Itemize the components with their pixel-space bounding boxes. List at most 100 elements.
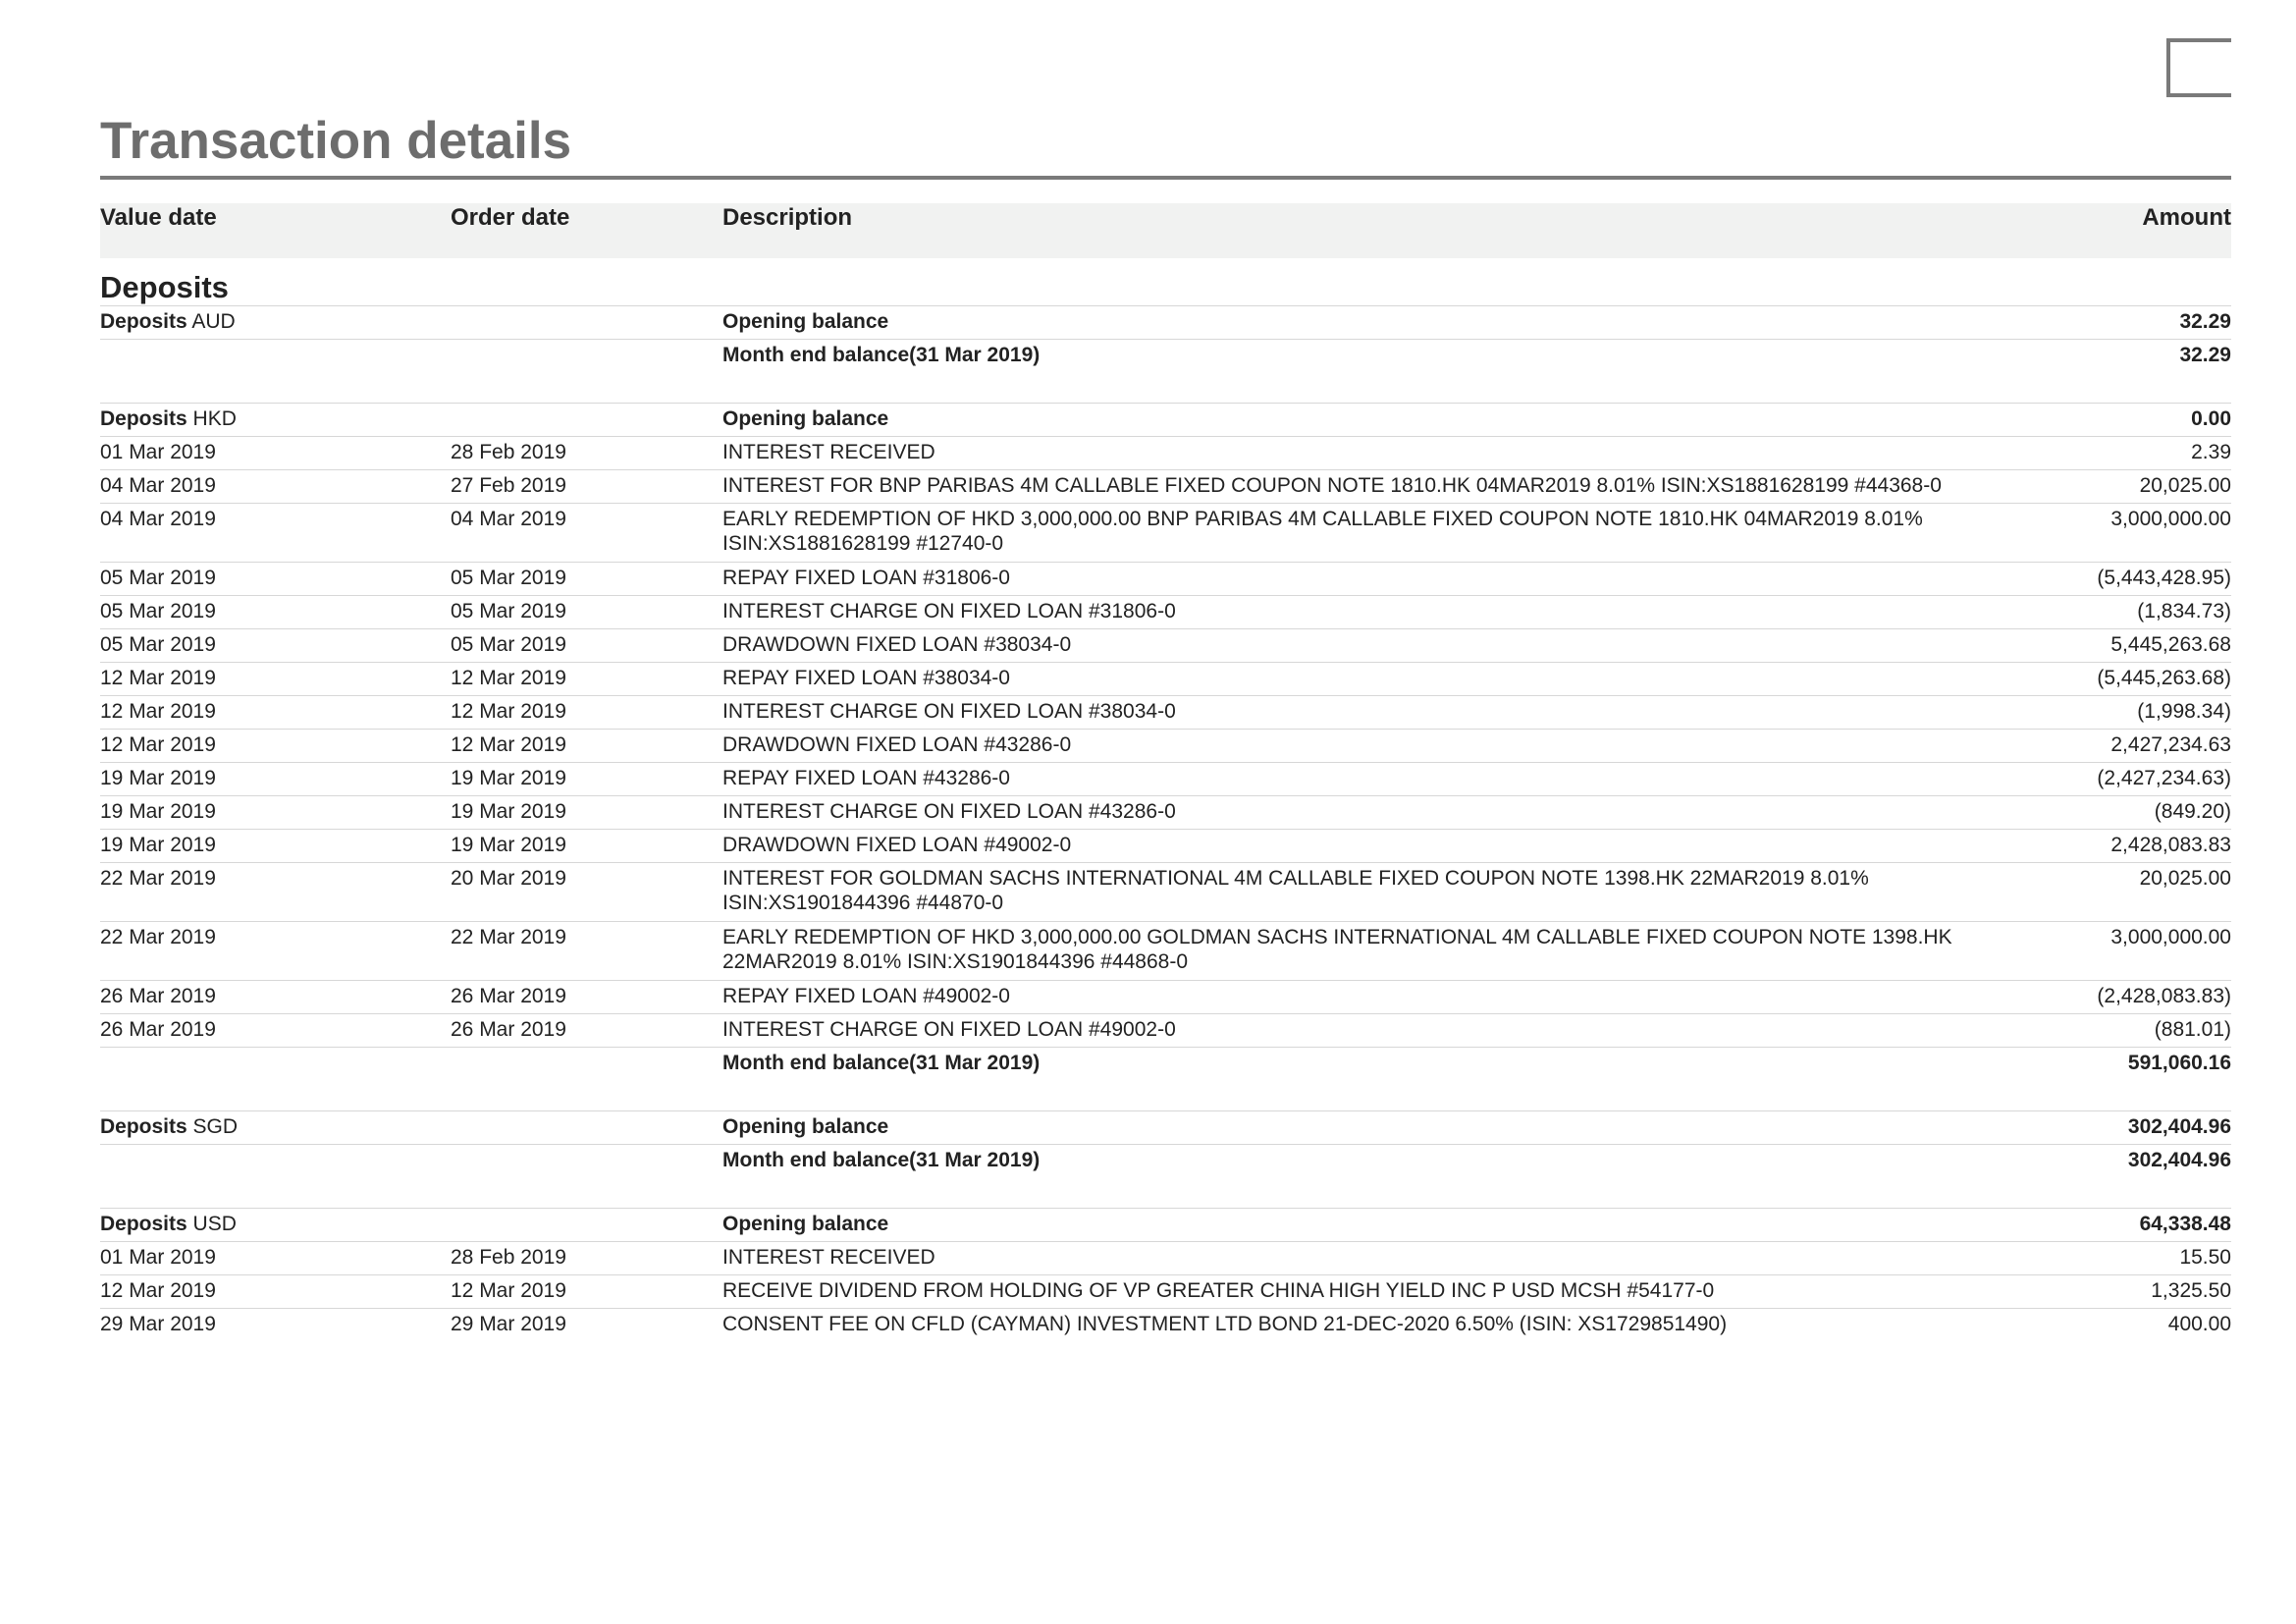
value-date: 12 Mar 2019 (100, 733, 216, 756)
transaction-amount: 1,325.50 (2151, 1279, 2231, 1302)
opening-balance-amount: 64,338.48 (2139, 1213, 2231, 1235)
transaction-amount: 2.39 (2191, 441, 2231, 463)
transaction-description: DRAWDOWN FIXED LOAN #49002-0 (722, 834, 1072, 856)
opening-balance-row: Deposits USD Opening balance 64,338.48 (100, 1208, 2231, 1241)
order-date: 26 Mar 2019 (451, 1018, 566, 1041)
title-divider (100, 176, 2231, 180)
transaction-description: DRAWDOWN FIXED LOAN #38034-0 (722, 633, 1072, 656)
account-label: Deposits SGD (100, 1114, 238, 1139)
value-date: 05 Mar 2019 (100, 567, 216, 589)
value-date: 05 Mar 2019 (100, 600, 216, 623)
transaction-row: 26 Mar 2019 26 Mar 2019 INTEREST CHARGE ON… (100, 1013, 2231, 1047)
month-end-balance-amount: 302,404.96 (2127, 1149, 2231, 1171)
page-title: Transaction details (100, 112, 572, 170)
transaction-row: 04 Mar 2019 27 Feb 2019 INTEREST FOR BNP P… (100, 469, 2231, 503)
account-label: Deposits AUD (100, 309, 236, 334)
value-date: 01 Mar 2019 (100, 1246, 216, 1269)
transaction-row: 12 Mar 2019 12 Mar 2019 RECEIVE DIVIDEND F… (100, 1274, 2231, 1308)
value-date: 29 Mar 2019 (100, 1313, 216, 1335)
order-date: 26 Mar 2019 (451, 985, 566, 1007)
transaction-row: 19 Mar 2019 19 Mar 2019 INTEREST CHARGE ON… (100, 795, 2231, 829)
account-currency: HKD (192, 407, 237, 430)
order-date: 05 Mar 2019 (451, 633, 566, 656)
value-date: 22 Mar 2019 (100, 867, 216, 890)
account-type: Deposits (100, 310, 187, 333)
transaction-description: DRAWDOWN FIXED LOAN #43286-0 (722, 733, 1072, 756)
corner-bracket-mark (2166, 38, 2231, 97)
order-date: 12 Mar 2019 (451, 1279, 566, 1302)
transaction-description: INTEREST FOR GOLDMAN SACHS INTERNATIONAL… (722, 867, 1869, 914)
account-type: Deposits (100, 407, 187, 430)
transaction-amount: (1,998.34) (2137, 700, 2231, 723)
month-end-balance-row: Month end balance(31 Mar 2019) 591,060.16 (100, 1047, 2231, 1080)
opening-balance-amount: 302,404.96 (2127, 1115, 2231, 1138)
transaction-row: 01 Mar 2019 28 Feb 2019 INTEREST RECEIVED 1… (100, 1241, 2231, 1274)
value-date: 19 Mar 2019 (100, 767, 216, 789)
opening-balance-row: Deposits SGD Opening balance 302,404.96 (100, 1110, 2231, 1144)
order-date: 19 Mar 2019 (451, 834, 566, 856)
order-date: 04 Mar 2019 (451, 508, 566, 530)
transaction-row: 12 Mar 2019 12 Mar 2019 DRAWDOWN FIXED LOA… (100, 729, 2231, 762)
transaction-row: 04 Mar 2019 04 Mar 2019 EARLY REDEMPTION O… (100, 503, 2231, 562)
order-date: 20 Mar 2019 (451, 867, 566, 890)
transaction-amount: 2,427,234.63 (2110, 733, 2231, 756)
transaction-row: 22 Mar 2019 22 Mar 2019 EARLY REDEMPTION O… (100, 921, 2231, 980)
transaction-amount: (849.20) (2154, 800, 2231, 823)
account-currency: AUD (191, 310, 236, 333)
order-date: 29 Mar 2019 (451, 1313, 566, 1335)
transaction-amount: 20,025.00 (2139, 867, 2231, 890)
transaction-row: 12 Mar 2019 12 Mar 2019 REPAY FIXED LOAN #… (100, 662, 2231, 695)
order-date: 28 Feb 2019 (451, 441, 566, 463)
opening-balance-row: Deposits HKD Opening balance 0.00 (100, 403, 2231, 436)
transaction-description: INTEREST RECEIVED (722, 441, 935, 463)
order-date: 28 Feb 2019 (451, 1246, 566, 1269)
transaction-description: REPAY FIXED LOAN #38034-0 (722, 667, 1010, 689)
transaction-amount: 20,025.00 (2139, 474, 2231, 497)
order-date: 12 Mar 2019 (451, 700, 566, 723)
transaction-amount: (1,834.73) (2137, 600, 2231, 623)
transaction-row: 19 Mar 2019 19 Mar 2019 REPAY FIXED LOAN #… (100, 762, 2231, 795)
transaction-amount: 5,445,263.68 (2110, 633, 2231, 656)
column-header-order-date: Order date (451, 204, 570, 231)
opening-balance-amount: 32.29 (2179, 310, 2231, 333)
transaction-description: REPAY FIXED LOAN #49002-0 (722, 985, 1010, 1007)
transaction-row: 19 Mar 2019 19 Mar 2019 DRAWDOWN FIXED LOA… (100, 829, 2231, 862)
column-header-amount: Amount (2142, 204, 2231, 231)
section-title: Deposits (100, 270, 229, 304)
month-end-balance-amount: 32.29 (2179, 344, 2231, 366)
value-date: 22 Mar 2019 (100, 926, 216, 948)
transaction-row: 22 Mar 2019 20 Mar 2019 INTEREST FOR GOLDM… (100, 862, 2231, 921)
column-header-description: Description (722, 204, 853, 231)
transaction-description: RECEIVE DIVIDEND FROM HOLDING OF VP GREA… (722, 1279, 1715, 1302)
transaction-description: INTEREST RECEIVED (722, 1246, 935, 1269)
month-end-balance-row: Month end balance(31 Mar 2019) 32.29 (100, 339, 2231, 372)
opening-balance-label: Opening balance (722, 407, 889, 430)
account-label: Deposits USD (100, 1212, 237, 1236)
month-end-balance-label: Month end balance(31 Mar 2019) (722, 344, 1041, 366)
transaction-amount: 3,000,000.00 (2110, 926, 2231, 948)
opening-balance-row: Deposits AUD Opening balance 32.29 (100, 305, 2231, 339)
order-date: 05 Mar 2019 (451, 600, 566, 623)
account-type: Deposits (100, 1213, 187, 1235)
account-currency: SGD (192, 1115, 239, 1138)
transaction-row: 01 Mar 2019 28 Feb 2019 INTEREST RECEIVED 2… (100, 436, 2231, 469)
transaction-amount: (5,445,263.68) (2097, 667, 2231, 689)
opening-balance-amount: 0.00 (2191, 407, 2231, 430)
transaction-table: Deposits AUD Opening balance 32.29 Month en… (100, 305, 2231, 1341)
transaction-description: REPAY FIXED LOAN #43286-0 (722, 767, 1010, 789)
value-date: 04 Mar 2019 (100, 508, 216, 530)
transaction-amount: 2,428,083.83 (2110, 834, 2231, 856)
transaction-description: INTEREST CHARGE ON FIXED LOAN #31806-0 (722, 600, 1176, 623)
opening-balance-label: Opening balance (722, 1115, 889, 1138)
account-type: Deposits (100, 1115, 187, 1138)
column-header-value-date: Value date (100, 204, 217, 231)
order-date: 05 Mar 2019 (451, 567, 566, 589)
transaction-description: CONSENT FEE ON CFLD (CAYMAN) INVESTMENT … (722, 1313, 1728, 1335)
transaction-amount: 3,000,000.00 (2110, 508, 2231, 530)
value-date: 19 Mar 2019 (100, 834, 216, 856)
value-date: 01 Mar 2019 (100, 441, 216, 463)
account-currency: USD (192, 1213, 237, 1235)
opening-balance-label: Opening balance (722, 310, 889, 333)
order-date: 22 Mar 2019 (451, 926, 566, 948)
transaction-description: EARLY REDEMPTION OF HKD 3,000,000.00 BNP… (722, 508, 1923, 555)
